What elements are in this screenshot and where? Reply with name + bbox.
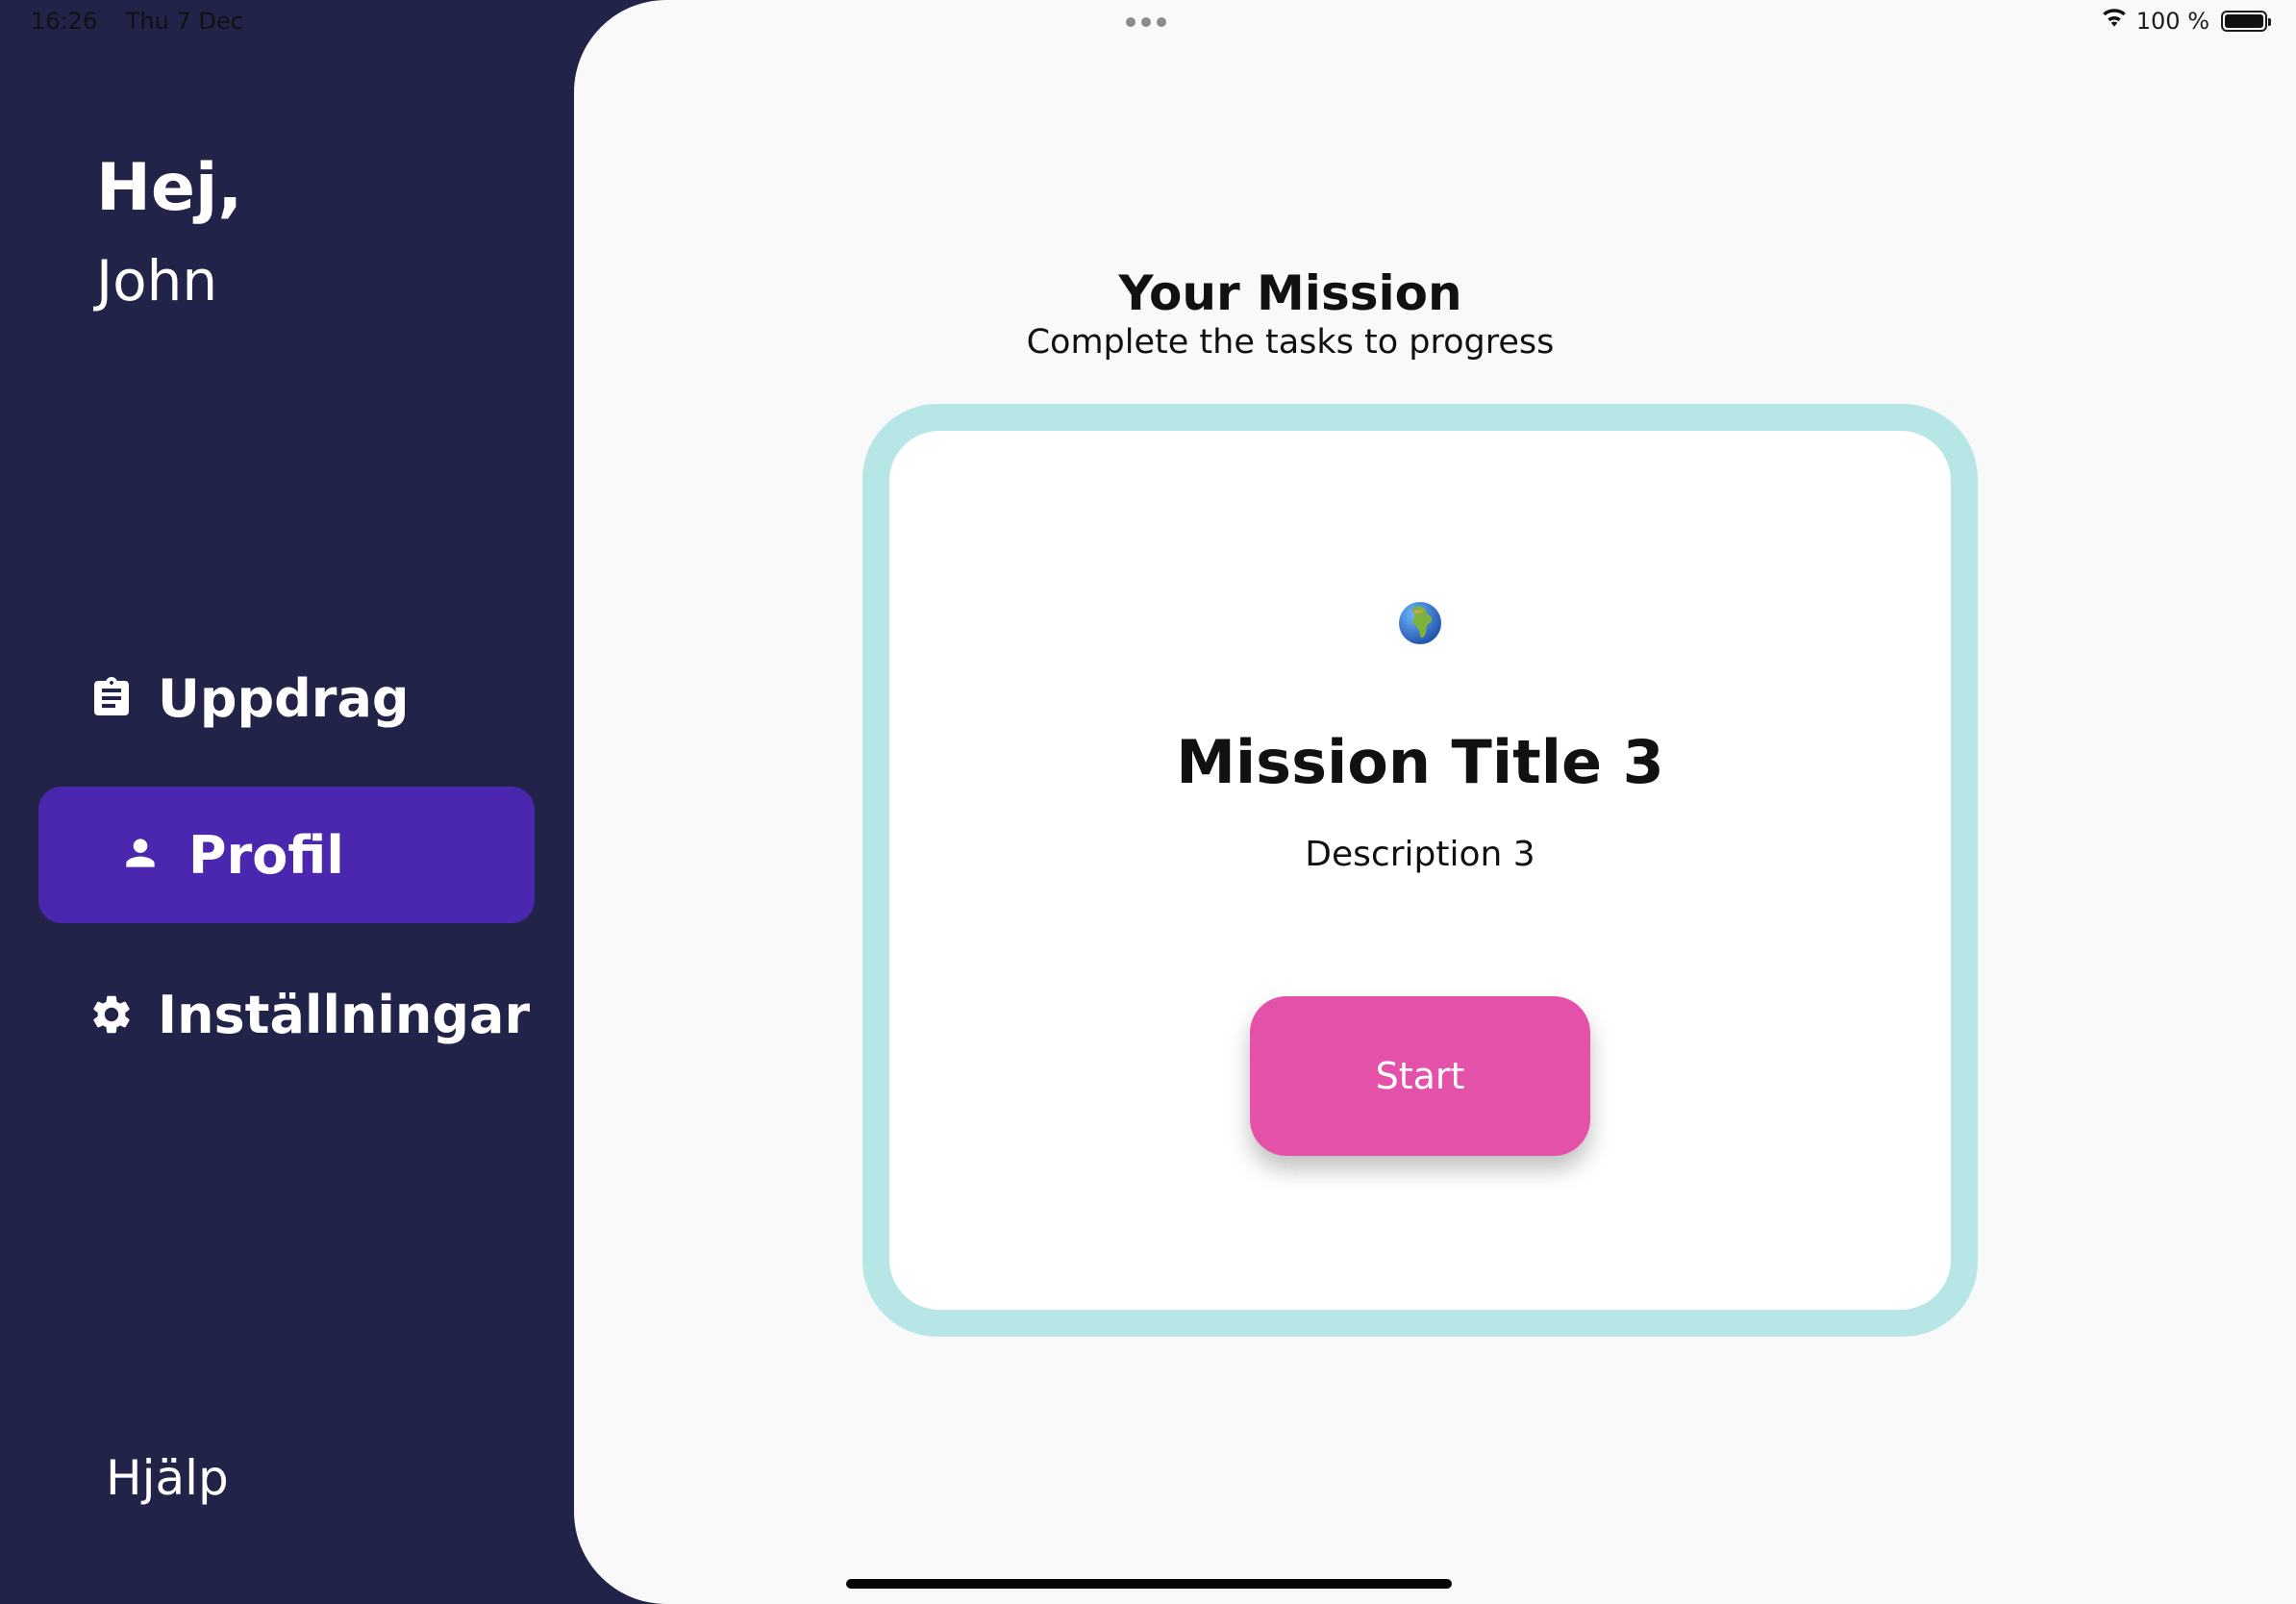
sidebar: 16:26 Thu 7 Dec Hej, John Uppdrag Profil… xyxy=(0,0,615,1604)
page-subtitle: Complete the tasks to progress xyxy=(1026,323,1555,362)
battery-icon xyxy=(2221,11,2271,32)
status-time: 16:26 xyxy=(31,8,98,35)
sidebar-item-installningar[interactable]: Inställningar xyxy=(38,946,535,1083)
person-icon xyxy=(119,832,165,878)
page-title: Your Mission xyxy=(1118,265,1462,321)
greeting: Hej, xyxy=(96,150,243,226)
sidebar-item-label: Profil xyxy=(188,824,344,886)
sidebar-item-label: Inställningar xyxy=(158,984,531,1045)
wifi-icon xyxy=(2100,6,2129,37)
globe-africa-icon xyxy=(1397,600,1443,646)
home-indicator[interactable] xyxy=(846,1579,1452,1589)
multitasking-dots-icon[interactable] xyxy=(1126,17,1166,27)
mission-card: Mission Title 3 Description 3 Start xyxy=(889,431,1951,1310)
username: John xyxy=(96,248,218,313)
status-bar-right: 100 % xyxy=(2100,6,2271,37)
status-date: Thu 7 Dec xyxy=(125,8,243,35)
clipboard-icon xyxy=(88,675,135,721)
battery-percent: 100 % xyxy=(2135,8,2209,35)
mission-description: Description 3 xyxy=(1305,835,1535,874)
status-bar-left: 16:26 Thu 7 Dec xyxy=(31,8,264,35)
sidebar-item-uppdrag[interactable]: Uppdrag xyxy=(38,630,535,766)
sidebar-item-label: Uppdrag xyxy=(158,667,410,729)
mission-title: Mission Title 3 xyxy=(1176,727,1664,797)
sidebar-item-profil[interactable]: Profil xyxy=(38,787,535,923)
help-link[interactable]: Hjälp xyxy=(106,1450,229,1506)
mission-card-frame: Mission Title 3 Description 3 Start xyxy=(862,404,1978,1337)
main-panel: Your Mission Complete the tasks to progr… xyxy=(574,0,2296,1604)
gear-icon xyxy=(88,991,135,1038)
start-button[interactable]: Start xyxy=(1250,996,1590,1156)
